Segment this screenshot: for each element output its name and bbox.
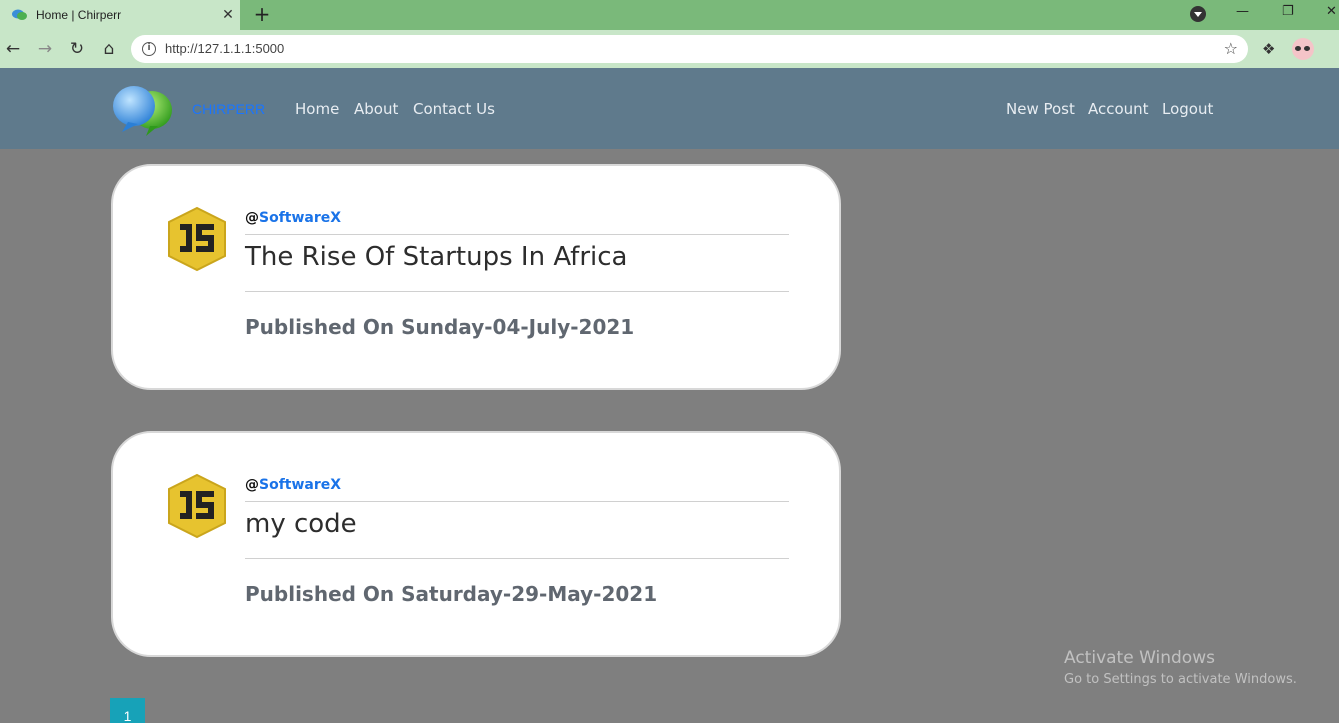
home-icon[interactable]: ⌂: [98, 38, 120, 60]
forward-arrow-icon[interactable]: →: [34, 38, 56, 60]
author-handle-link[interactable]: SoftwareX: [259, 210, 341, 226]
nav-contact-us[interactable]: Contact Us: [413, 100, 495, 118]
at-symbol: @: [245, 210, 259, 226]
minimize-button[interactable]: —: [1236, 4, 1249, 19]
site-navbar: CHIRPERR Home About Contact Us New Post …: [0, 68, 1339, 149]
published-date: Published On Sunday-04-July-2021: [245, 315, 635, 339]
bookmark-star-icon[interactable]: ☆: [1224, 39, 1238, 58]
js-logo-icon[interactable]: [166, 473, 228, 539]
published-date: Published On Saturday-29-May-2021: [245, 582, 658, 606]
nav-new-post[interactable]: New Post: [1006, 100, 1075, 118]
post-title-link[interactable]: my code: [245, 509, 357, 539]
url-text[interactable]: http://127.1.1.1:5000: [165, 41, 284, 56]
browser-tab-strip: Home | Chirperr ✕ + — ❐ ✕: [0, 0, 1339, 30]
post-author: @SoftwareX: [245, 477, 341, 493]
tab-title: Home | Chirperr: [36, 8, 122, 22]
nav-about[interactable]: About: [354, 100, 398, 118]
restore-button[interactable]: ❐: [1282, 4, 1294, 19]
back-arrow-icon[interactable]: ←: [2, 38, 24, 60]
reload-icon[interactable]: ↻: [66, 38, 88, 60]
post-card: @SoftwareX The Rise Of Startups In Afric…: [111, 164, 841, 390]
divider: [245, 291, 789, 292]
tab-search-icon[interactable]: [1190, 6, 1206, 22]
post-title-link[interactable]: The Rise Of Startups In Africa: [245, 242, 627, 272]
nav-logout[interactable]: Logout: [1162, 100, 1213, 118]
brand-name[interactable]: CHIRPERR: [192, 101, 265, 117]
post-card: @SoftwareX my code Published On Saturday…: [111, 431, 841, 657]
post-author: @SoftwareX: [245, 210, 341, 226]
profile-avatar-icon[interactable]: [1292, 38, 1314, 60]
tab-close-icon[interactable]: ✕: [216, 7, 240, 23]
divider: [245, 558, 789, 559]
browser-tab[interactable]: Home | Chirperr ✕: [0, 0, 240, 30]
new-tab-button[interactable]: +: [251, 3, 273, 25]
activate-windows-watermark: Activate Windows Go to Settings to activ…: [1064, 648, 1297, 687]
watermark-title: Activate Windows: [1064, 648, 1215, 668]
author-handle-link[interactable]: SoftwareX: [259, 477, 341, 493]
watermark-subtitle: Go to Settings to activate Windows.: [1064, 672, 1297, 687]
site-info-icon[interactable]: i: [142, 42, 156, 56]
chat-bubbles-logo[interactable]: [112, 84, 174, 136]
divider: [245, 501, 789, 502]
divider: [245, 234, 789, 235]
extensions-puzzle-icon[interactable]: ❖: [1262, 40, 1275, 58]
chat-bubbles-favicon-icon: [12, 9, 27, 20]
address-bar[interactable]: i http://127.1.1.1:5000 ☆: [131, 35, 1248, 63]
pagination-page-1[interactable]: 1: [110, 698, 145, 723]
js-logo-icon[interactable]: [166, 206, 228, 272]
close-window-button[interactable]: ✕: [1326, 4, 1337, 19]
at-symbol: @: [245, 477, 259, 493]
nav-home[interactable]: Home: [295, 100, 339, 118]
nav-account[interactable]: Account: [1088, 100, 1149, 118]
browser-toolbar: ← → ↻ ⌂ i http://127.1.1.1:5000 ☆: [0, 30, 1339, 68]
